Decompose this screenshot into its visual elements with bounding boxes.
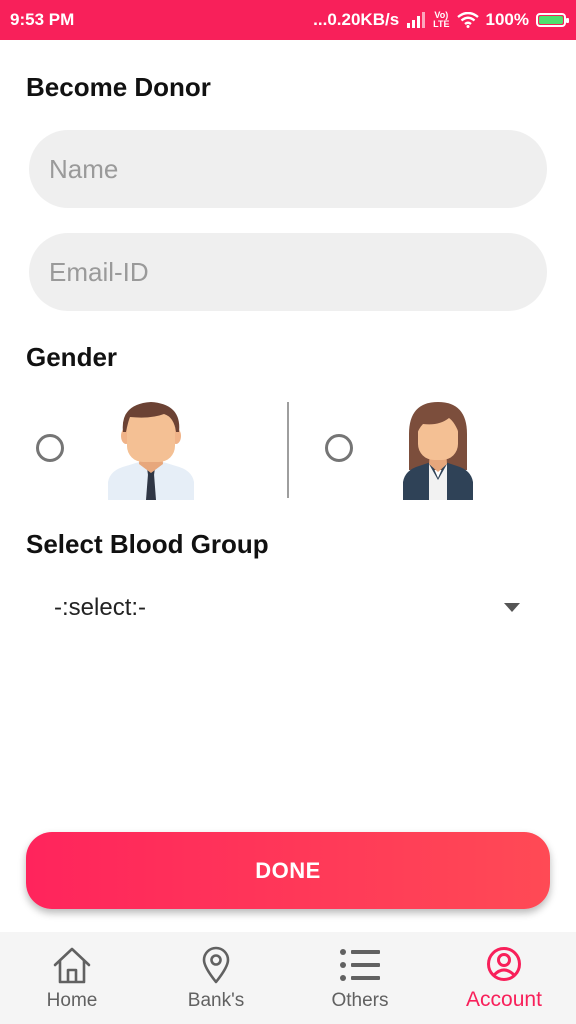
status-bar: 9:53 PM ...0.20KB/s Vo) LTE 100% bbox=[0, 0, 576, 40]
location-pin-icon bbox=[202, 946, 230, 984]
nav-item-others[interactable]: Others bbox=[288, 932, 432, 1024]
volte-icon: Vo) LTE bbox=[433, 11, 449, 29]
account-circle-icon bbox=[487, 947, 521, 981]
gender-radio-male[interactable] bbox=[36, 434, 64, 462]
list-icon bbox=[340, 949, 380, 981]
home-icon bbox=[53, 947, 91, 984]
nav-item-home[interactable]: Home bbox=[0, 932, 144, 1024]
nav-item-account[interactable]: Account bbox=[432, 932, 576, 1024]
nav-item-banks[interactable]: Bank's bbox=[144, 932, 288, 1024]
gender-label: Gender bbox=[26, 342, 118, 372]
name-field[interactable] bbox=[29, 130, 547, 208]
wifi-icon bbox=[456, 12, 479, 28]
email-field[interactable] bbox=[29, 233, 547, 311]
status-time: 9:53 PM bbox=[10, 10, 75, 29]
dropdown-arrow-icon bbox=[504, 603, 520, 612]
signal-icon bbox=[407, 12, 426, 28]
gender-divider bbox=[287, 402, 289, 498]
done-button[interactable]: DONE bbox=[26, 832, 550, 909]
blood-group-selected-value: -:select:- bbox=[54, 594, 147, 621]
bottom-nav: Home Bank's Others Account bbox=[0, 932, 576, 1024]
nav-label-home: Home bbox=[46, 990, 98, 1011]
male-avatar-icon bbox=[108, 402, 194, 500]
nav-label-account: Account bbox=[466, 988, 542, 1011]
nav-label-banks: Bank's bbox=[187, 990, 245, 1011]
gender-radio-female[interactable] bbox=[325, 434, 353, 462]
volte-bottom: LTE bbox=[433, 19, 450, 29]
blood-group-label: Select Blood Group bbox=[26, 529, 269, 559]
battery-percent: 100% bbox=[485, 10, 529, 29]
blood-group-select[interactable]: -:select:- bbox=[26, 578, 550, 638]
battery-icon bbox=[536, 13, 569, 27]
nav-label-others: Others bbox=[331, 990, 389, 1011]
network-speed: ...0.20KB/s bbox=[313, 10, 400, 29]
page-title: Become Donor bbox=[26, 72, 211, 102]
female-avatar-icon bbox=[403, 402, 473, 500]
